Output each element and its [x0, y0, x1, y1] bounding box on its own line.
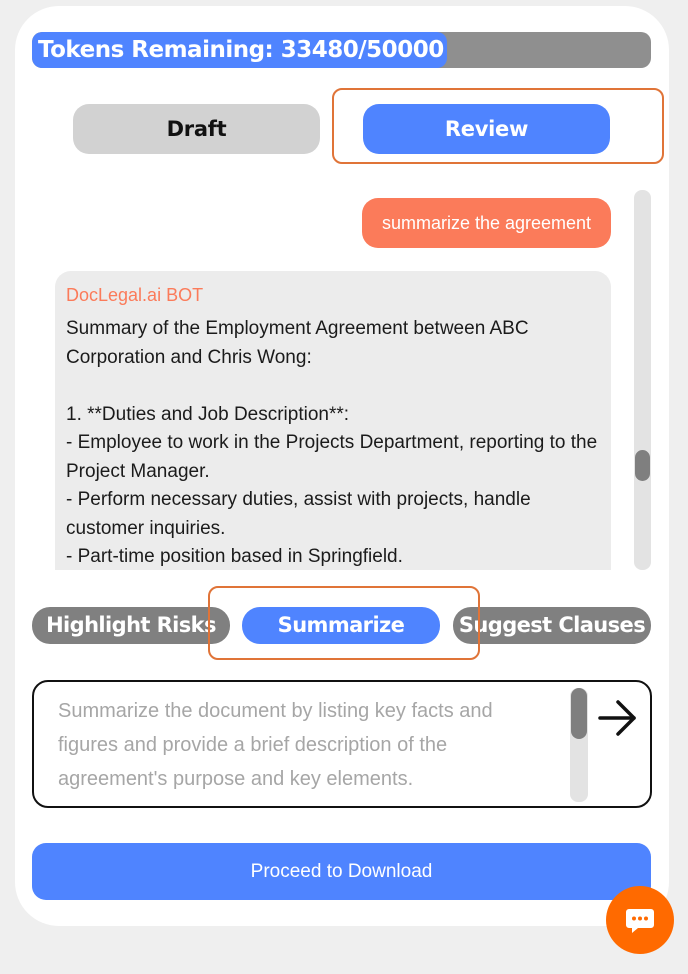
prompt-box: Summarize the document by listing key fa… [32, 680, 652, 808]
prompt-scrollbar-thumb[interactable] [571, 688, 587, 739]
bot-name: DocLegal.ai BOT [66, 285, 204, 305]
token-progress-bar: Tokens Remaining: 33480/50000 [32, 32, 651, 68]
summarize-button[interactable]: Summarize [242, 607, 440, 644]
arrow-right-icon [598, 700, 636, 736]
proceed-to-download-button[interactable]: Proceed to Download [32, 843, 651, 900]
chat-scrollbar[interactable] [634, 190, 651, 570]
send-button[interactable] [594, 696, 642, 740]
chat-scrollbar-thumb[interactable] [635, 450, 650, 481]
user-message: summarize the agreement [362, 198, 611, 248]
chat-fab-button[interactable] [606, 886, 674, 954]
prompt-input[interactable]: Summarize the document by listing key fa… [58, 694, 558, 796]
tab-review[interactable]: Review [363, 104, 610, 154]
tab-draft[interactable]: Draft [73, 104, 320, 154]
suggest-clauses-button[interactable]: Suggest Clauses [453, 607, 651, 644]
bot-message: DocLegal.ai BOT Summary of the Employmen… [55, 271, 611, 570]
chat-bubble-icon [626, 909, 654, 933]
highlight-risks-button[interactable]: Highlight Risks [32, 607, 230, 644]
token-remaining-label: Tokens Remaining: 33480/50000 [38, 37, 444, 63]
bot-message-text: Summary of the Employment Agreement betw… [66, 318, 598, 567]
